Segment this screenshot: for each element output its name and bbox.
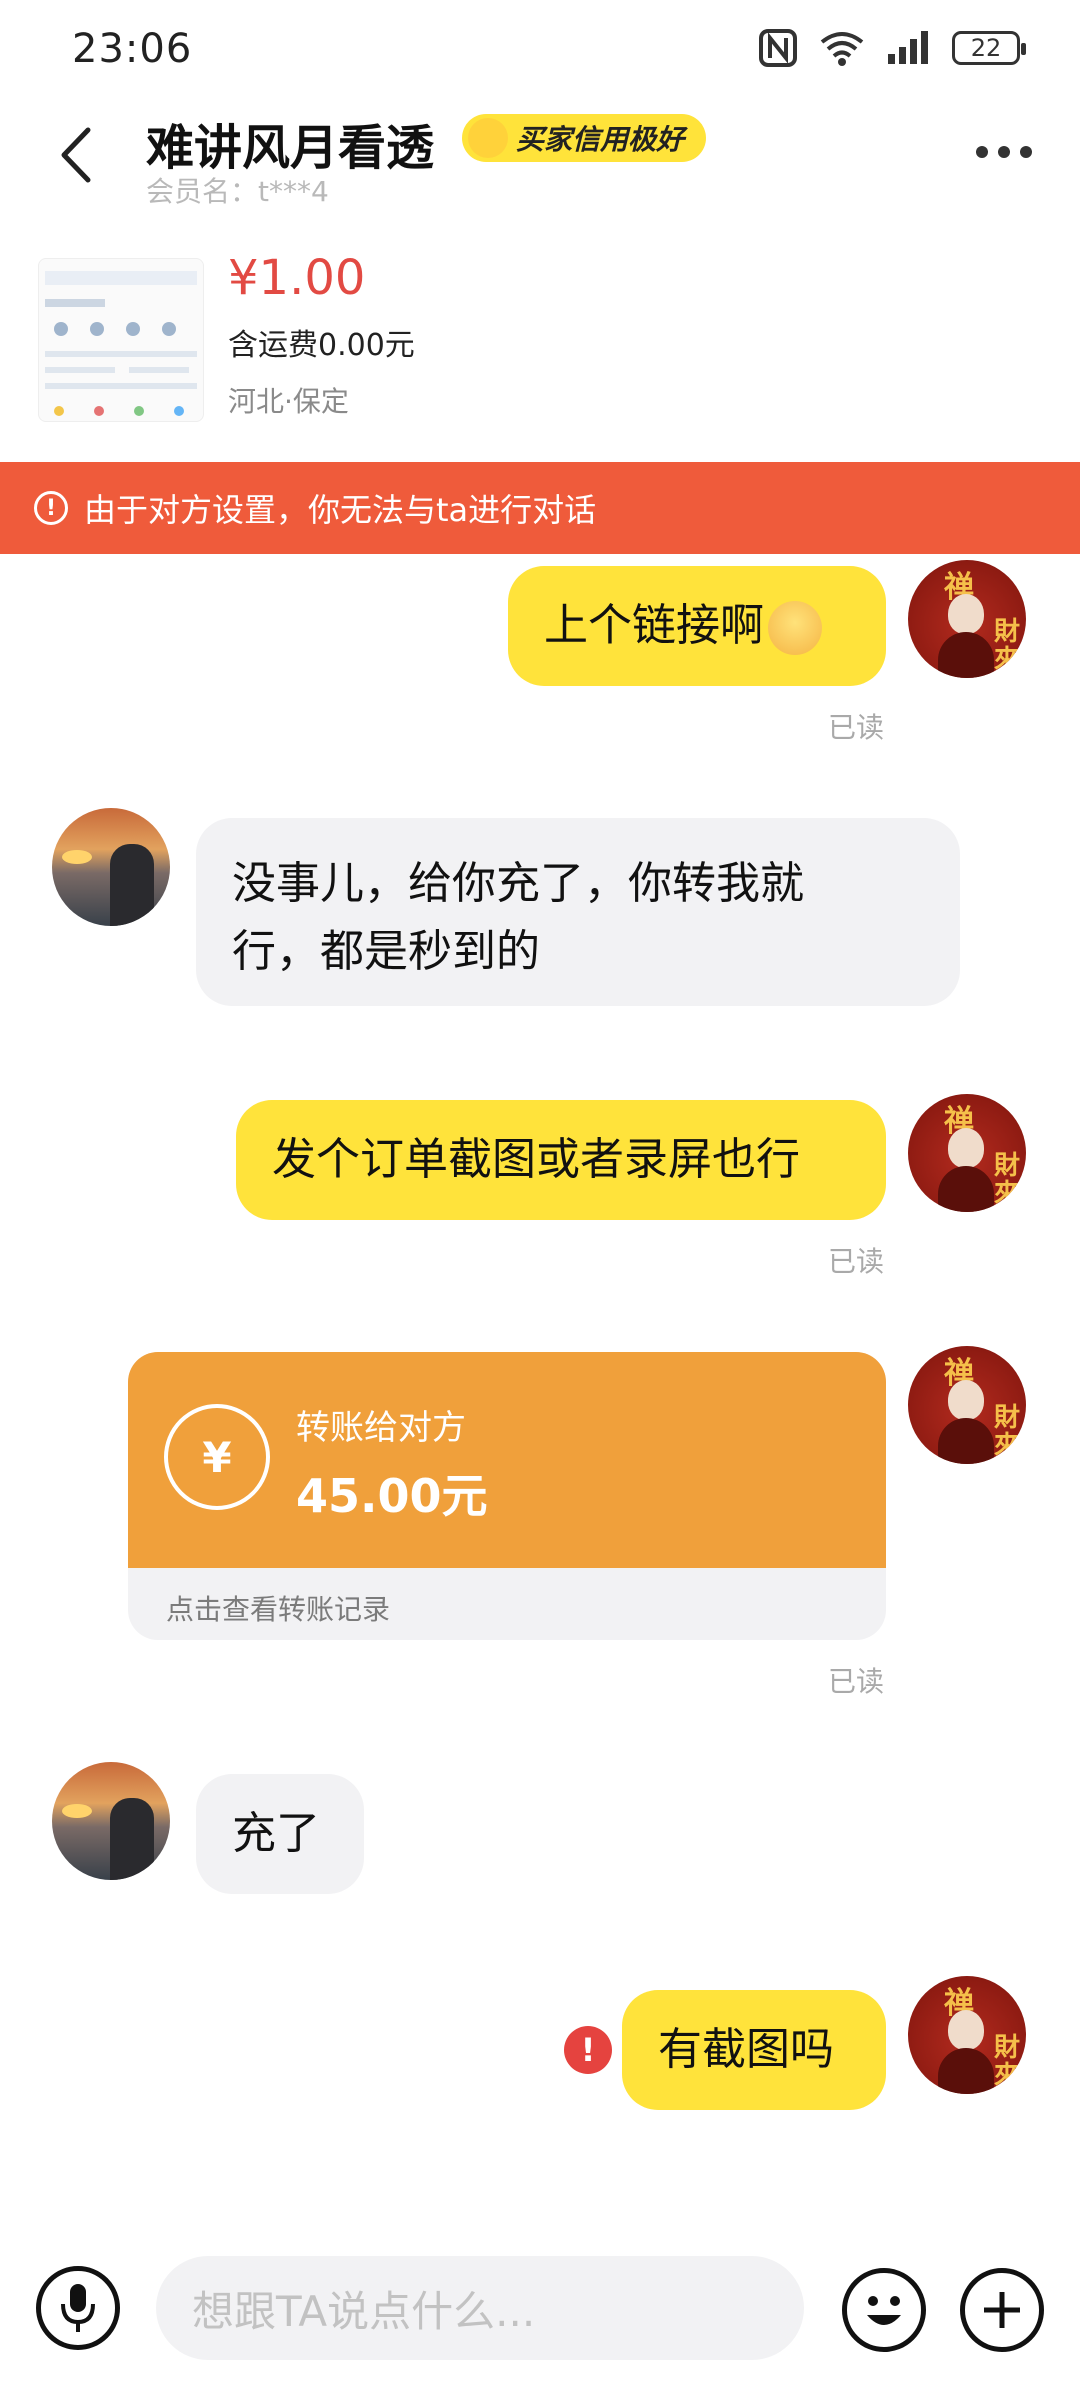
battery-level: 22 [970, 34, 1002, 62]
message-bubble-sent[interactable]: 有截图吗 [622, 1990, 886, 2110]
product-thumbnail[interactable] [38, 258, 204, 422]
back-button[interactable] [50, 120, 100, 190]
my-avatar[interactable]: 禅 財來 [908, 1976, 1026, 2094]
signal-icon [886, 30, 932, 66]
view-transfer-record-link[interactable]: 点击查看转账记录 [166, 1588, 390, 1628]
chat-header: 难讲风月看透 买家信用极好 会员名：t***4 [0, 100, 1080, 210]
plus-icon [984, 2292, 1020, 2328]
yen-transfer-icon: ¥ [164, 1404, 270, 1510]
flushed-emoji-icon [768, 601, 822, 655]
warning-text: 由于对方设置，你无法与ta进行对话 [84, 491, 597, 529]
message-bubble-received[interactable]: 没事儿，给你充了，你转我就 行，都是秒到的 [196, 818, 960, 1006]
send-failed-icon[interactable]: ! [564, 2026, 612, 2074]
product-location: 河北·保定 [228, 385, 349, 418]
read-status: 已读 [828, 711, 885, 744]
more-icon [976, 146, 988, 158]
credit-badge: 买家信用极好 [462, 114, 707, 162]
message-bubble-sent[interactable]: 上个链接啊 [508, 566, 886, 686]
add-attachment-button[interactable] [960, 2268, 1044, 2352]
heart-eyes-emoji-icon [468, 118, 508, 158]
status-time: 23:06 [72, 26, 193, 72]
message-text-line: 行，都是秒到的 [232, 926, 540, 977]
avatar-decoration: 財來 [993, 1151, 1020, 1209]
message-input-bar: 想跟TA说点什么... [0, 2232, 1080, 2400]
battery-icon: 22 [952, 31, 1026, 65]
message-bubble-received[interactable]: 充了 [196, 1774, 364, 1894]
status-icons: 22 [758, 28, 1026, 68]
more-button[interactable] [976, 146, 1032, 158]
avatar-decoration: 財來 [993, 617, 1020, 675]
contact-avatar[interactable] [52, 1762, 170, 1880]
message-text-line: 没事儿，给你充了，你转我就 [232, 858, 804, 909]
product-price: ¥1.00 [228, 250, 366, 306]
avatar-decoration: 財來 [993, 2033, 1020, 2091]
message-text: 有截图吗 [658, 2024, 834, 2075]
contact-avatar[interactable] [52, 808, 170, 926]
transfer-label: 转账给对方 [296, 1408, 466, 1448]
nfc-icon [758, 28, 798, 68]
avatar-decoration: 財來 [993, 1403, 1020, 1461]
my-avatar[interactable]: 禅 財來 [908, 1346, 1026, 1464]
status-bar: 23:06 22 [0, 0, 1080, 100]
transfer-card-header: ¥ 转账给对方 45.00元 [128, 1352, 886, 1568]
message-input[interactable]: 想跟TA说点什么... [156, 2256, 804, 2360]
my-avatar[interactable]: 禅 財來 [908, 1094, 1026, 1212]
message-input-placeholder: 想跟TA说点什么... [192, 2286, 536, 2336]
product-card[interactable]: ¥1.00 含运费0.00元 河北·保定 [0, 230, 1080, 460]
microphone-icon [61, 2284, 95, 2332]
smiley-icon [867, 2296, 901, 2325]
message-text: 充了 [232, 1808, 320, 1859]
credit-badge-label: 买家信用极好 [516, 123, 685, 156]
voice-button[interactable] [36, 2266, 120, 2350]
back-arrow-icon [61, 127, 91, 183]
shipping-fee: 含运费0.00元 [228, 328, 415, 363]
wifi-icon [818, 28, 866, 68]
message-text: 上个链接啊 [544, 600, 764, 651]
warning-icon: ! [34, 491, 68, 525]
message-bubble-sent[interactable]: 发个订单截图或者录屏也行 [236, 1100, 886, 1220]
my-avatar[interactable]: 禅 財來 [908, 560, 1026, 678]
blocked-warning-banner: ! 由于对方设置，你无法与ta进行对话 [0, 462, 1080, 554]
transfer-amount: 45.00元 [296, 1469, 488, 1523]
read-status: 已读 [828, 1245, 885, 1278]
transfer-card[interactable]: ¥ 转账给对方 45.00元 点击查看转账记录 [128, 1352, 886, 1640]
read-status: 已读 [828, 1665, 885, 1698]
member-name: 会员名：t***4 [146, 175, 329, 208]
message-text: 发个订单截图或者录屏也行 [272, 1134, 800, 1185]
emoji-button[interactable] [842, 2268, 926, 2352]
contact-name[interactable]: 难讲风月看透 [146, 108, 434, 178]
